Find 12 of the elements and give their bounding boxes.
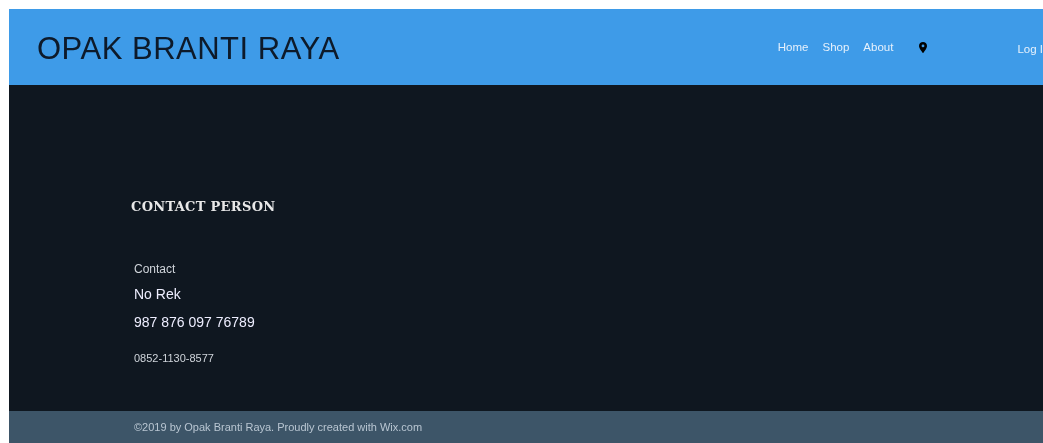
copyright-text: ©2019 by Opak Branti Raya. Proudly created with Wix.com: [134, 421, 423, 433]
site-logo[interactable]: OPAK BRANTI RAYA: [37, 31, 340, 67]
phone-number: 0852-1130-8577: [134, 352, 214, 364]
nav-link[interactable]: About: [863, 41, 894, 53]
contact-label: Contact: [134, 262, 176, 276]
nav-link[interactable]: Shop: [822, 41, 850, 53]
login-link[interactable]: Log I: [1017, 42, 1043, 55]
account-label: No Rek: [134, 286, 181, 302]
account-number: 987 876 097 76789: [134, 314, 255, 330]
location-pin-icon[interactable]: [919, 41, 928, 53]
section-heading: CONTACT PERSON: [131, 199, 276, 214]
nav-link[interactable]: Home: [777, 41, 809, 53]
